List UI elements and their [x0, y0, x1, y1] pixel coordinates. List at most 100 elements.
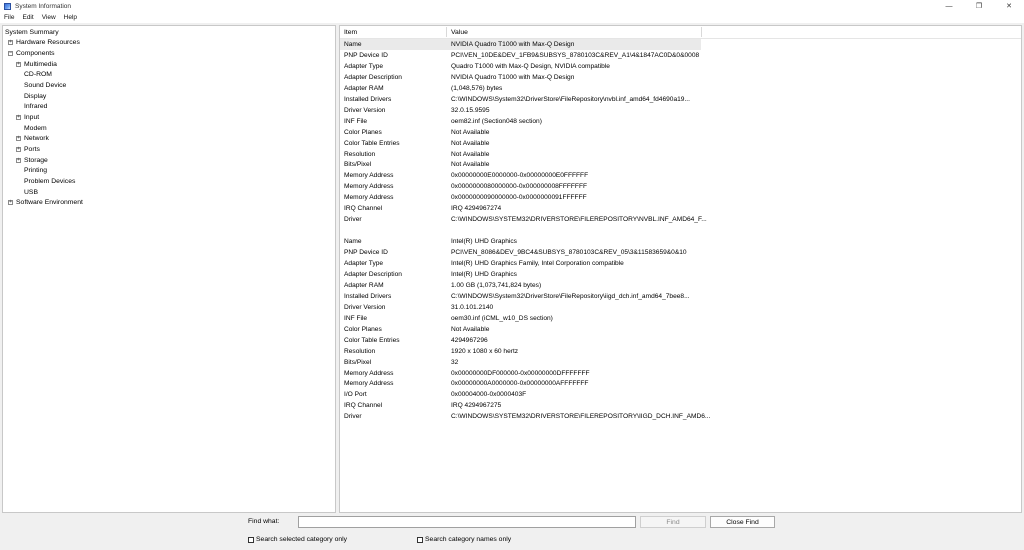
- table-row[interactable]: Memory Address 0x00000000A0000000-0x00000…: [340, 378, 701, 389]
- tree-item[interactable]: + Network: [16, 134, 49, 145]
- cell-item: Driver: [344, 413, 362, 421]
- cell-value: 1920 x 1080 x 60 hertz: [451, 347, 519, 355]
- column-header-value[interactable]: Value: [451, 29, 468, 36]
- table-row[interactable]: Adapter Description Intel(R) UHD Graphics: [340, 269, 701, 280]
- table-row[interactable]: Memory Address 0x00000000DF000000-0x00000…: [340, 368, 701, 379]
- close-find-button[interactable]: Close Find: [710, 516, 775, 528]
- table-row[interactable]: Bits/Pixel Not Available: [340, 159, 701, 170]
- menu-file[interactable]: File: [0, 14, 18, 21]
- checkbox-box[interactable]: [248, 536, 254, 543]
- find-button[interactable]: Find: [640, 516, 706, 528]
- column-header-item[interactable]: Item: [344, 29, 357, 36]
- cell-item: Installed Drivers: [344, 95, 392, 103]
- table-row[interactable]: IRQ Channel IRQ 4294967275: [340, 400, 701, 411]
- table-row[interactable]: PNP Device ID PCI\VEN_8086&DEV_9BC4&SUBSY…: [340, 247, 701, 258]
- table-row[interactable]: Installed Drivers C:\WINDOWS\System32\Dri…: [340, 94, 701, 105]
- column-divider[interactable]: [446, 27, 447, 37]
- tree-item[interactable]: + Multimedia: [16, 59, 57, 70]
- cell-value: C:\WINDOWS\System32\DriverStore\FileRepo…: [451, 95, 690, 103]
- table-row[interactable]: Driver C:\WINDOWS\SYSTEM32\DRIVERSTORE\FI…: [340, 411, 710, 422]
- tree-item[interactable]: CD-ROM: [16, 70, 52, 81]
- tree-item[interactable]: Infrared: [16, 102, 47, 113]
- cell-value: 0x0000000090000000-0x0000000091FFFFFF: [451, 194, 587, 202]
- table-row[interactable]: [340, 225, 701, 236]
- cell-item: Name: [344, 41, 362, 48]
- tree-item-label: Modem: [24, 124, 47, 132]
- expand-icon[interactable]: +: [16, 114, 21, 120]
- details-list[interactable]: Item Value Name NVIDIA Quadro T1000 with …: [339, 25, 1022, 513]
- tree-item[interactable]: + Hardware Resources: [8, 38, 80, 49]
- collapse-icon[interactable]: −: [8, 51, 13, 57]
- table-row[interactable]: Color Planes Not Available: [340, 127, 701, 138]
- table-row[interactable]: Driver C:\WINDOWS\SYSTEM32\DRIVERSTORE\FI…: [340, 214, 707, 225]
- expand-icon[interactable]: +: [16, 136, 21, 142]
- table-row[interactable]: Bits/Pixel 32: [340, 357, 701, 368]
- tree-item[interactable]: Problem Devices: [16, 176, 75, 187]
- table-row[interactable]: Adapter RAM (1,048,576) bytes: [340, 83, 701, 94]
- tree-item-label: Network: [24, 135, 49, 143]
- cell-item: PNP Device ID: [344, 51, 388, 59]
- table-row[interactable]: PNP Device ID PCI\VEN_10DE&DEV_1FB9&SUBSY…: [340, 50, 701, 61]
- table-row[interactable]: Color Planes Not Available: [340, 324, 701, 335]
- maximize-icon[interactable]: ❐: [964, 0, 994, 12]
- table-row[interactable]: IRQ Channel IRQ 4294967274: [340, 203, 701, 214]
- tree-item[interactable]: + Storage: [16, 155, 48, 166]
- table-row[interactable]: Memory Address 0x00000000E0000000-0x00000…: [340, 170, 701, 181]
- tree-item[interactable]: + Ports: [16, 144, 40, 155]
- checkbox-box[interactable]: [417, 536, 423, 543]
- search-category-names-checkbox[interactable]: Search category names only: [417, 536, 511, 543]
- cell-value: PCI\VEN_10DE&DEV_1FB9&SUBSYS_8780103C&RE…: [451, 51, 700, 59]
- cell-value: NVIDIA Quadro T1000 with Max-Q Design: [451, 41, 575, 48]
- expand-icon[interactable]: +: [16, 61, 21, 67]
- table-row[interactable]: Color Table Entries Not Available: [340, 138, 701, 149]
- tree-item-label: CD-ROM: [24, 71, 52, 79]
- tree-item[interactable]: System Summary: [5, 27, 59, 38]
- tree-item[interactable]: Printing: [16, 165, 47, 176]
- tree-item[interactable]: + Software Environment: [8, 197, 83, 208]
- minimize-icon[interactable]: —: [934, 0, 964, 12]
- expand-icon[interactable]: +: [8, 200, 13, 206]
- tree-item[interactable]: Display: [16, 91, 46, 102]
- search-selected-category-checkbox[interactable]: Search selected category only: [248, 536, 347, 543]
- expand-icon[interactable]: +: [8, 40, 13, 46]
- cell-value: Quadro T1000 with Max-Q Design, NVIDIA c…: [451, 62, 610, 70]
- menu-help[interactable]: Help: [60, 14, 81, 21]
- category-tree[interactable]: System Summary + Hardware Resources − Compon…: [2, 25, 336, 513]
- column-divider[interactable]: [701, 27, 702, 37]
- tree-item[interactable]: − Components: [8, 48, 55, 59]
- expand-icon[interactable]: +: [16, 146, 21, 152]
- tree-item[interactable]: Sound Device: [16, 80, 66, 91]
- table-row[interactable]: Adapter Description NVIDIA Quadro T1000 w…: [340, 72, 701, 83]
- table-row[interactable]: Adapter Type Quadro T1000 with Max-Q Desi…: [340, 61, 701, 72]
- tree-item[interactable]: Modem: [16, 123, 47, 134]
- cell-item: Adapter Description: [344, 73, 402, 81]
- tree-item-label: Display: [24, 92, 47, 100]
- menu-view[interactable]: View: [38, 14, 60, 21]
- table-row[interactable]: Name Intel(R) UHD Graphics: [340, 236, 701, 247]
- table-row[interactable]: Memory Address 0x0000000080000000-0x00000…: [340, 181, 701, 192]
- tree-item-label: USB: [24, 188, 38, 196]
- find-what-input[interactable]: [298, 516, 636, 528]
- tree-item-label: Ports: [24, 145, 40, 153]
- table-row[interactable]: Name NVIDIA Quadro T1000 with Max-Q Desig…: [340, 39, 701, 50]
- table-row[interactable]: I/O Port 0x00004000-0x0000403F: [340, 389, 701, 400]
- close-icon[interactable]: ✕: [994, 0, 1024, 12]
- table-row[interactable]: INF File oem82.inf (Section048 section): [340, 116, 701, 127]
- table-row[interactable]: Adapter RAM 1.00 GB (1,073,741,824 bytes): [340, 280, 701, 291]
- table-row[interactable]: Installed Drivers C:\WINDOWS\System32\Dri…: [340, 291, 701, 302]
- find-bar: Find what: Find Close Find Search select…: [0, 513, 1024, 550]
- tree-item[interactable]: + Input: [16, 112, 39, 123]
- table-row[interactable]: Resolution Not Available: [340, 149, 701, 160]
- table-row[interactable]: Color Table Entries 4294967296: [340, 335, 701, 346]
- table-row[interactable]: Memory Address 0x0000000090000000-0x00000…: [340, 192, 701, 203]
- tree-item[interactable]: USB: [16, 187, 38, 198]
- expand-icon[interactable]: +: [16, 157, 21, 163]
- table-row[interactable]: Driver Version 32.0.15.9595: [340, 105, 701, 116]
- menu-edit[interactable]: Edit: [18, 14, 37, 21]
- table-row[interactable]: Adapter Type Intel(R) UHD Graphics Family…: [340, 258, 701, 269]
- table-row[interactable]: INF File oem30.inf (iCML_w10_DS section): [340, 313, 701, 324]
- table-row[interactable]: Resolution 1920 x 1080 x 60 hertz: [340, 346, 701, 357]
- table-row[interactable]: Driver Version 31.0.101.2140: [340, 302, 701, 313]
- cell-value: 31.0.101.2140: [451, 303, 494, 311]
- window-title: System Information: [15, 2, 71, 10]
